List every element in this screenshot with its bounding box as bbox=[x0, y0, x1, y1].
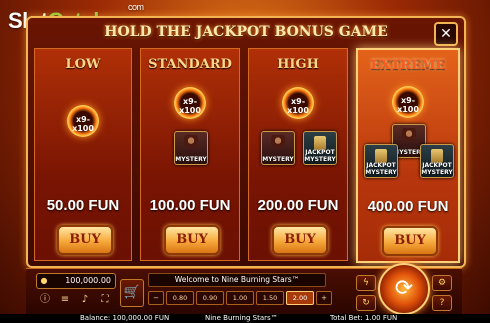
buy-button-extreme[interactable]: BUY bbox=[382, 226, 438, 256]
info-icon[interactable]: ⓘ bbox=[38, 293, 52, 307]
menu-icon[interactable]: ≡ bbox=[58, 293, 72, 307]
mystery-tile-icon: MYSTERY bbox=[261, 131, 295, 165]
bet-option-selected[interactable]: 2.00 bbox=[286, 291, 314, 305]
option-title: EXTREME bbox=[370, 58, 446, 73]
bet-option[interactable]: 1.50 bbox=[256, 291, 284, 305]
settings-icon[interactable]: ⚙ bbox=[432, 275, 452, 291]
spin-button[interactable]: ⟳ bbox=[378, 263, 430, 315]
option-low[interactable]: LOW x9-x100 50.00 FUN BUY bbox=[34, 48, 132, 261]
bet-increase-button[interactable]: + bbox=[316, 291, 332, 305]
bonus-buy-dialog: HOLD THE JACKPOT BONUS GAME ✕ LOW x9-x10… bbox=[26, 16, 466, 268]
option-title: HIGH bbox=[277, 57, 319, 72]
bet-option[interactable]: 0.80 bbox=[166, 291, 194, 305]
bet-selector: − 0.80 0.90 1.00 1.50 2.00 + bbox=[148, 291, 358, 305]
option-title: LOW bbox=[65, 57, 101, 72]
help-icon[interactable]: ? bbox=[432, 295, 452, 311]
mystery-tile-icon: MYSTERY bbox=[174, 131, 208, 165]
bet-option[interactable]: 0.90 bbox=[196, 291, 224, 305]
status-game-name: Nine Burning Stars™ bbox=[205, 314, 278, 322]
bet-option[interactable]: 1.00 bbox=[226, 291, 254, 305]
option-standard[interactable]: STANDARD x9-x100 MYSTERY 100.00 FUN BUY bbox=[140, 48, 240, 261]
bet-decrease-button[interactable]: − bbox=[148, 291, 164, 305]
multiplier-orb-icon: x9-x100 bbox=[174, 87, 206, 119]
option-extreme[interactable]: EXTREME x9-x100 MYSTERY JACKPOT MYSTERY J… bbox=[356, 48, 460, 263]
multiplier-orb-icon: x9-x100 bbox=[282, 87, 314, 119]
close-button[interactable]: ✕ bbox=[434, 22, 458, 46]
balance-display: ● 100,000.00 bbox=[36, 273, 116, 289]
multiplier-orb-icon: x9-x100 bbox=[67, 105, 99, 137]
dialog-title: HOLD THE JACKPOT BONUS GAME bbox=[104, 24, 388, 40]
option-high[interactable]: HIGH x9-x100 MYSTERY JACKPOT MYSTERY 200.… bbox=[248, 48, 348, 261]
option-title: STANDARD bbox=[148, 57, 232, 72]
option-price: 400.00 FUN bbox=[367, 198, 449, 215]
jackpot-mystery-tile-icon: JACKPOT MYSTERY bbox=[303, 131, 337, 165]
sound-icon[interactable]: ♪ bbox=[78, 293, 92, 307]
control-bar: ● 100,000.00 ⓘ ≡ ♪ ⛶ 🛒 Welcome to Nine B… bbox=[26, 263, 462, 315]
autoplay-icon[interactable]: ↻ bbox=[356, 295, 376, 311]
option-price: 100.00 FUN bbox=[149, 197, 231, 214]
coin-icon: ● bbox=[40, 276, 48, 285]
jackpot-mystery-tile-icon: JACKPOT MYSTERY bbox=[420, 144, 454, 178]
buy-button-high[interactable]: BUY bbox=[272, 225, 328, 255]
option-price: 200.00 FUN bbox=[257, 197, 339, 214]
message-line: Welcome to Nine Burning Stars™ bbox=[148, 273, 326, 287]
turbo-icon[interactable]: ϟ bbox=[356, 275, 376, 291]
multiplier-orb-icon: x9-x100 bbox=[392, 86, 424, 118]
status-balance: Balance: 100,000.00 FUN bbox=[80, 314, 170, 322]
buy-button-low[interactable]: BUY bbox=[57, 225, 113, 255]
cart-icon[interactable]: 🛒 bbox=[120, 279, 144, 307]
option-price: 50.00 FUN bbox=[46, 197, 120, 214]
status-bar: Balance: 100,000.00 FUN Nine Burning Sta… bbox=[0, 314, 490, 323]
jackpot-mystery-tile-icon: JACKPOT MYSTERY bbox=[364, 144, 398, 178]
buy-button-standard[interactable]: BUY bbox=[164, 225, 220, 255]
status-total-bet: Total Bet: 1.00 FUN bbox=[330, 314, 398, 322]
fullscreen-icon[interactable]: ⛶ bbox=[98, 293, 112, 307]
